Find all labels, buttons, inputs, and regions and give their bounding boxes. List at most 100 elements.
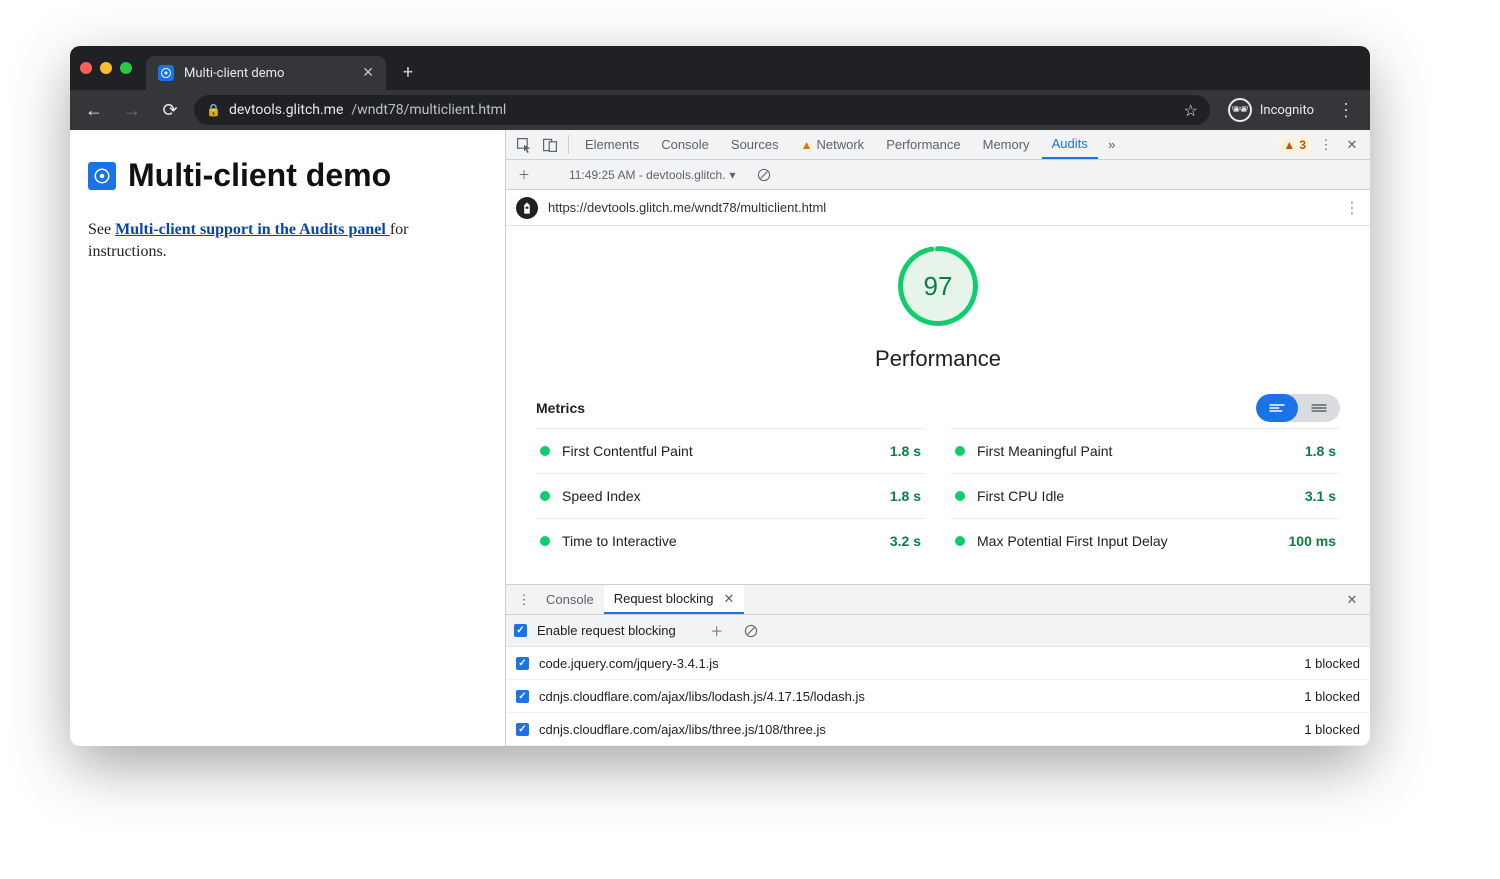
enable-blocking-label: Enable request blocking — [537, 623, 676, 638]
tab-network-label: Network — [817, 137, 865, 152]
metrics-heading: Metrics — [536, 400, 585, 416]
tab-memory[interactable]: Memory — [973, 130, 1040, 159]
drawer-tab-console[interactable]: Console — [536, 585, 604, 614]
view-compact-icon[interactable] — [1256, 394, 1298, 422]
audit-url-menu[interactable]: ⋮ — [1344, 198, 1360, 218]
status-dot-icon — [955, 491, 965, 501]
metric-name: Time to Interactive — [562, 533, 677, 549]
minimize-window-button[interactable] — [100, 62, 112, 74]
metric-name: First Meaningful Paint — [977, 443, 1112, 459]
pattern-checkbox[interactable]: ✓ — [516, 657, 529, 670]
metric-row: Speed Index 1.8 s — [536, 473, 925, 518]
pattern-url: cdnjs.cloudflare.com/ajax/libs/three.js/… — [539, 722, 826, 737]
status-dot-icon — [540, 536, 550, 546]
drawer-tab-label: Request blocking — [614, 591, 714, 606]
pattern-count: 1 blocked — [1304, 722, 1360, 737]
address-bar[interactable]: 🔒 devtools.glitch.me/wndt78/multiclient.… — [194, 95, 1210, 125]
clear-audits-button[interactable] — [752, 168, 776, 182]
audit-timestamp: 11:49:25 AM - devtools.glitch. — [569, 168, 726, 182]
url-host: devtools.glitch.me — [229, 102, 343, 118]
body-prefix: See — [88, 221, 115, 238]
tab-title: Multi-client demo — [184, 66, 284, 81]
metric-row: Time to Interactive3.2 s — [536, 518, 925, 563]
audit-run-selector[interactable]: 11:49:25 AM - devtools.glitch. ▾ — [561, 168, 744, 182]
back-button[interactable]: ← — [80, 96, 108, 124]
browser-toolbar: ← → ⟳ 🔒 devtools.glitch.me/wndt78/multic… — [70, 90, 1370, 130]
drawer-close-button[interactable]: ✕ — [1340, 585, 1364, 614]
drawer-menu-button[interactable]: ⋮ — [512, 585, 536, 614]
blocked-pattern-row[interactable]: ✓ code.jquery.com/jquery-3.4.1.js 1 bloc… — [506, 647, 1370, 680]
page-title: Multi-client demo — [128, 154, 391, 197]
favicon-icon — [158, 65, 174, 81]
forward-button[interactable]: → — [118, 96, 146, 124]
page-logo-icon — [88, 162, 116, 190]
devtools-panel: Elements Console Sources ▲ Network Perfo… — [505, 130, 1370, 746]
page-body: See Multi-client support in the Audits p… — [88, 219, 487, 262]
metric-row: Max Potential First Input Delay100 ms — [951, 518, 1340, 563]
tab-sources[interactable]: Sources — [721, 130, 789, 159]
blocked-pattern-row[interactable]: ✓ cdnjs.cloudflare.com/ajax/libs/lodash.… — [506, 680, 1370, 713]
devtools-settings-button[interactable]: ⋮ — [1314, 130, 1338, 159]
incognito-indicator[interactable]: 🕶 Incognito — [1220, 96, 1322, 124]
pattern-count: 1 blocked — [1304, 689, 1360, 704]
request-blocking-toolbar: ✓ Enable request blocking ＋ — [506, 615, 1370, 647]
drawer-tab-request-blocking[interactable]: Request blocking ✕ — [604, 585, 745, 614]
metric-row: First Meaningful Paint1.8 s — [951, 428, 1340, 473]
audit-report: 97 Performance Metrics — [506, 226, 1370, 584]
new-tab-button[interactable]: + — [394, 58, 422, 86]
metric-name: Speed Index — [562, 488, 641, 504]
status-dot-icon — [540, 446, 550, 456]
metric-value: 1.8 s — [890, 443, 921, 459]
close-window-button[interactable] — [80, 62, 92, 74]
lock-icon: 🔒 — [206, 103, 221, 117]
remove-all-patterns-button[interactable] — [739, 624, 763, 638]
enable-blocking-checkbox[interactable]: ✓ — [514, 624, 527, 637]
browser-tab[interactable]: Multi-client demo ✕ — [146, 56, 386, 90]
inspect-element-button[interactable] — [512, 130, 536, 159]
devtools-drawer: ⋮ Console Request blocking ✕ ✕ ✓ Enable … — [506, 584, 1370, 746]
browser-menu-button[interactable]: ⋮ — [1332, 96, 1360, 124]
warning-count-badge[interactable]: ▲ 3 — [1277, 136, 1312, 154]
pattern-url: cdnjs.cloudflare.com/ajax/libs/lodash.js… — [539, 689, 865, 704]
devtools-tabstrip: Elements Console Sources ▲ Network Perfo… — [506, 130, 1370, 160]
more-tabs-button[interactable]: » — [1100, 130, 1124, 159]
score-value: 97 — [903, 251, 973, 321]
new-audit-button[interactable]: ＋ — [512, 166, 536, 183]
maximize-window-button[interactable] — [120, 62, 132, 74]
drawer-tabstrip: ⋮ Console Request blocking ✕ ✕ — [506, 585, 1370, 615]
tab-console[interactable]: Console — [651, 130, 719, 159]
status-dot-icon — [955, 446, 965, 456]
tab-elements[interactable]: Elements — [575, 130, 649, 159]
metric-value: 100 ms — [1289, 533, 1336, 549]
window-titlebar: Multi-client demo ✕ + — [70, 46, 1370, 90]
metric-value: 1.8 s — [890, 488, 921, 504]
metrics-view-toggle[interactable] — [1256, 394, 1340, 422]
audit-url: https://devtools.glitch.me/wndt78/multic… — [548, 200, 826, 215]
pattern-checkbox[interactable]: ✓ — [516, 690, 529, 703]
view-expanded-icon[interactable] — [1298, 394, 1340, 422]
metric-name: First CPU Idle — [977, 488, 1064, 504]
content-area: Multi-client demo See Multi-client suppo… — [70, 130, 1370, 746]
warning-icon: ▲ — [801, 138, 813, 152]
browser-window: Multi-client demo ✕ + ← → ⟳ 🔒 devtools.g… — [70, 46, 1370, 746]
blocked-pattern-row[interactable]: ✓ cdnjs.cloudflare.com/ajax/libs/three.j… — [506, 713, 1370, 746]
pattern-checkbox[interactable]: ✓ — [516, 723, 529, 736]
close-icon[interactable]: ✕ — [723, 591, 734, 607]
incognito-label: Incognito — [1260, 103, 1314, 118]
page-viewport: Multi-client demo See Multi-client suppo… — [70, 130, 505, 746]
page-link[interactable]: Multi-client support in the Audits panel — [115, 221, 390, 238]
tab-close-icon[interactable]: ✕ — [362, 65, 374, 81]
tab-audits[interactable]: Audits — [1042, 130, 1098, 159]
status-dot-icon — [540, 491, 550, 501]
add-pattern-button[interactable]: ＋ — [705, 621, 729, 640]
tab-network[interactable]: ▲ Network — [791, 130, 875, 159]
warning-icon: ▲ — [1283, 138, 1295, 152]
device-toolbar-button[interactable] — [538, 130, 562, 159]
bookmark-star-icon[interactable]: ☆ — [1184, 101, 1198, 120]
pattern-url: code.jquery.com/jquery-3.4.1.js — [539, 656, 719, 671]
devtools-close-button[interactable]: ✕ — [1340, 130, 1364, 159]
chevron-down-icon: ▾ — [730, 168, 736, 182]
tab-performance[interactable]: Performance — [876, 130, 970, 159]
audits-toolbar: ＋ 11:49:25 AM - devtools.glitch. ▾ — [506, 160, 1370, 190]
reload-button[interactable]: ⟳ — [156, 96, 184, 124]
